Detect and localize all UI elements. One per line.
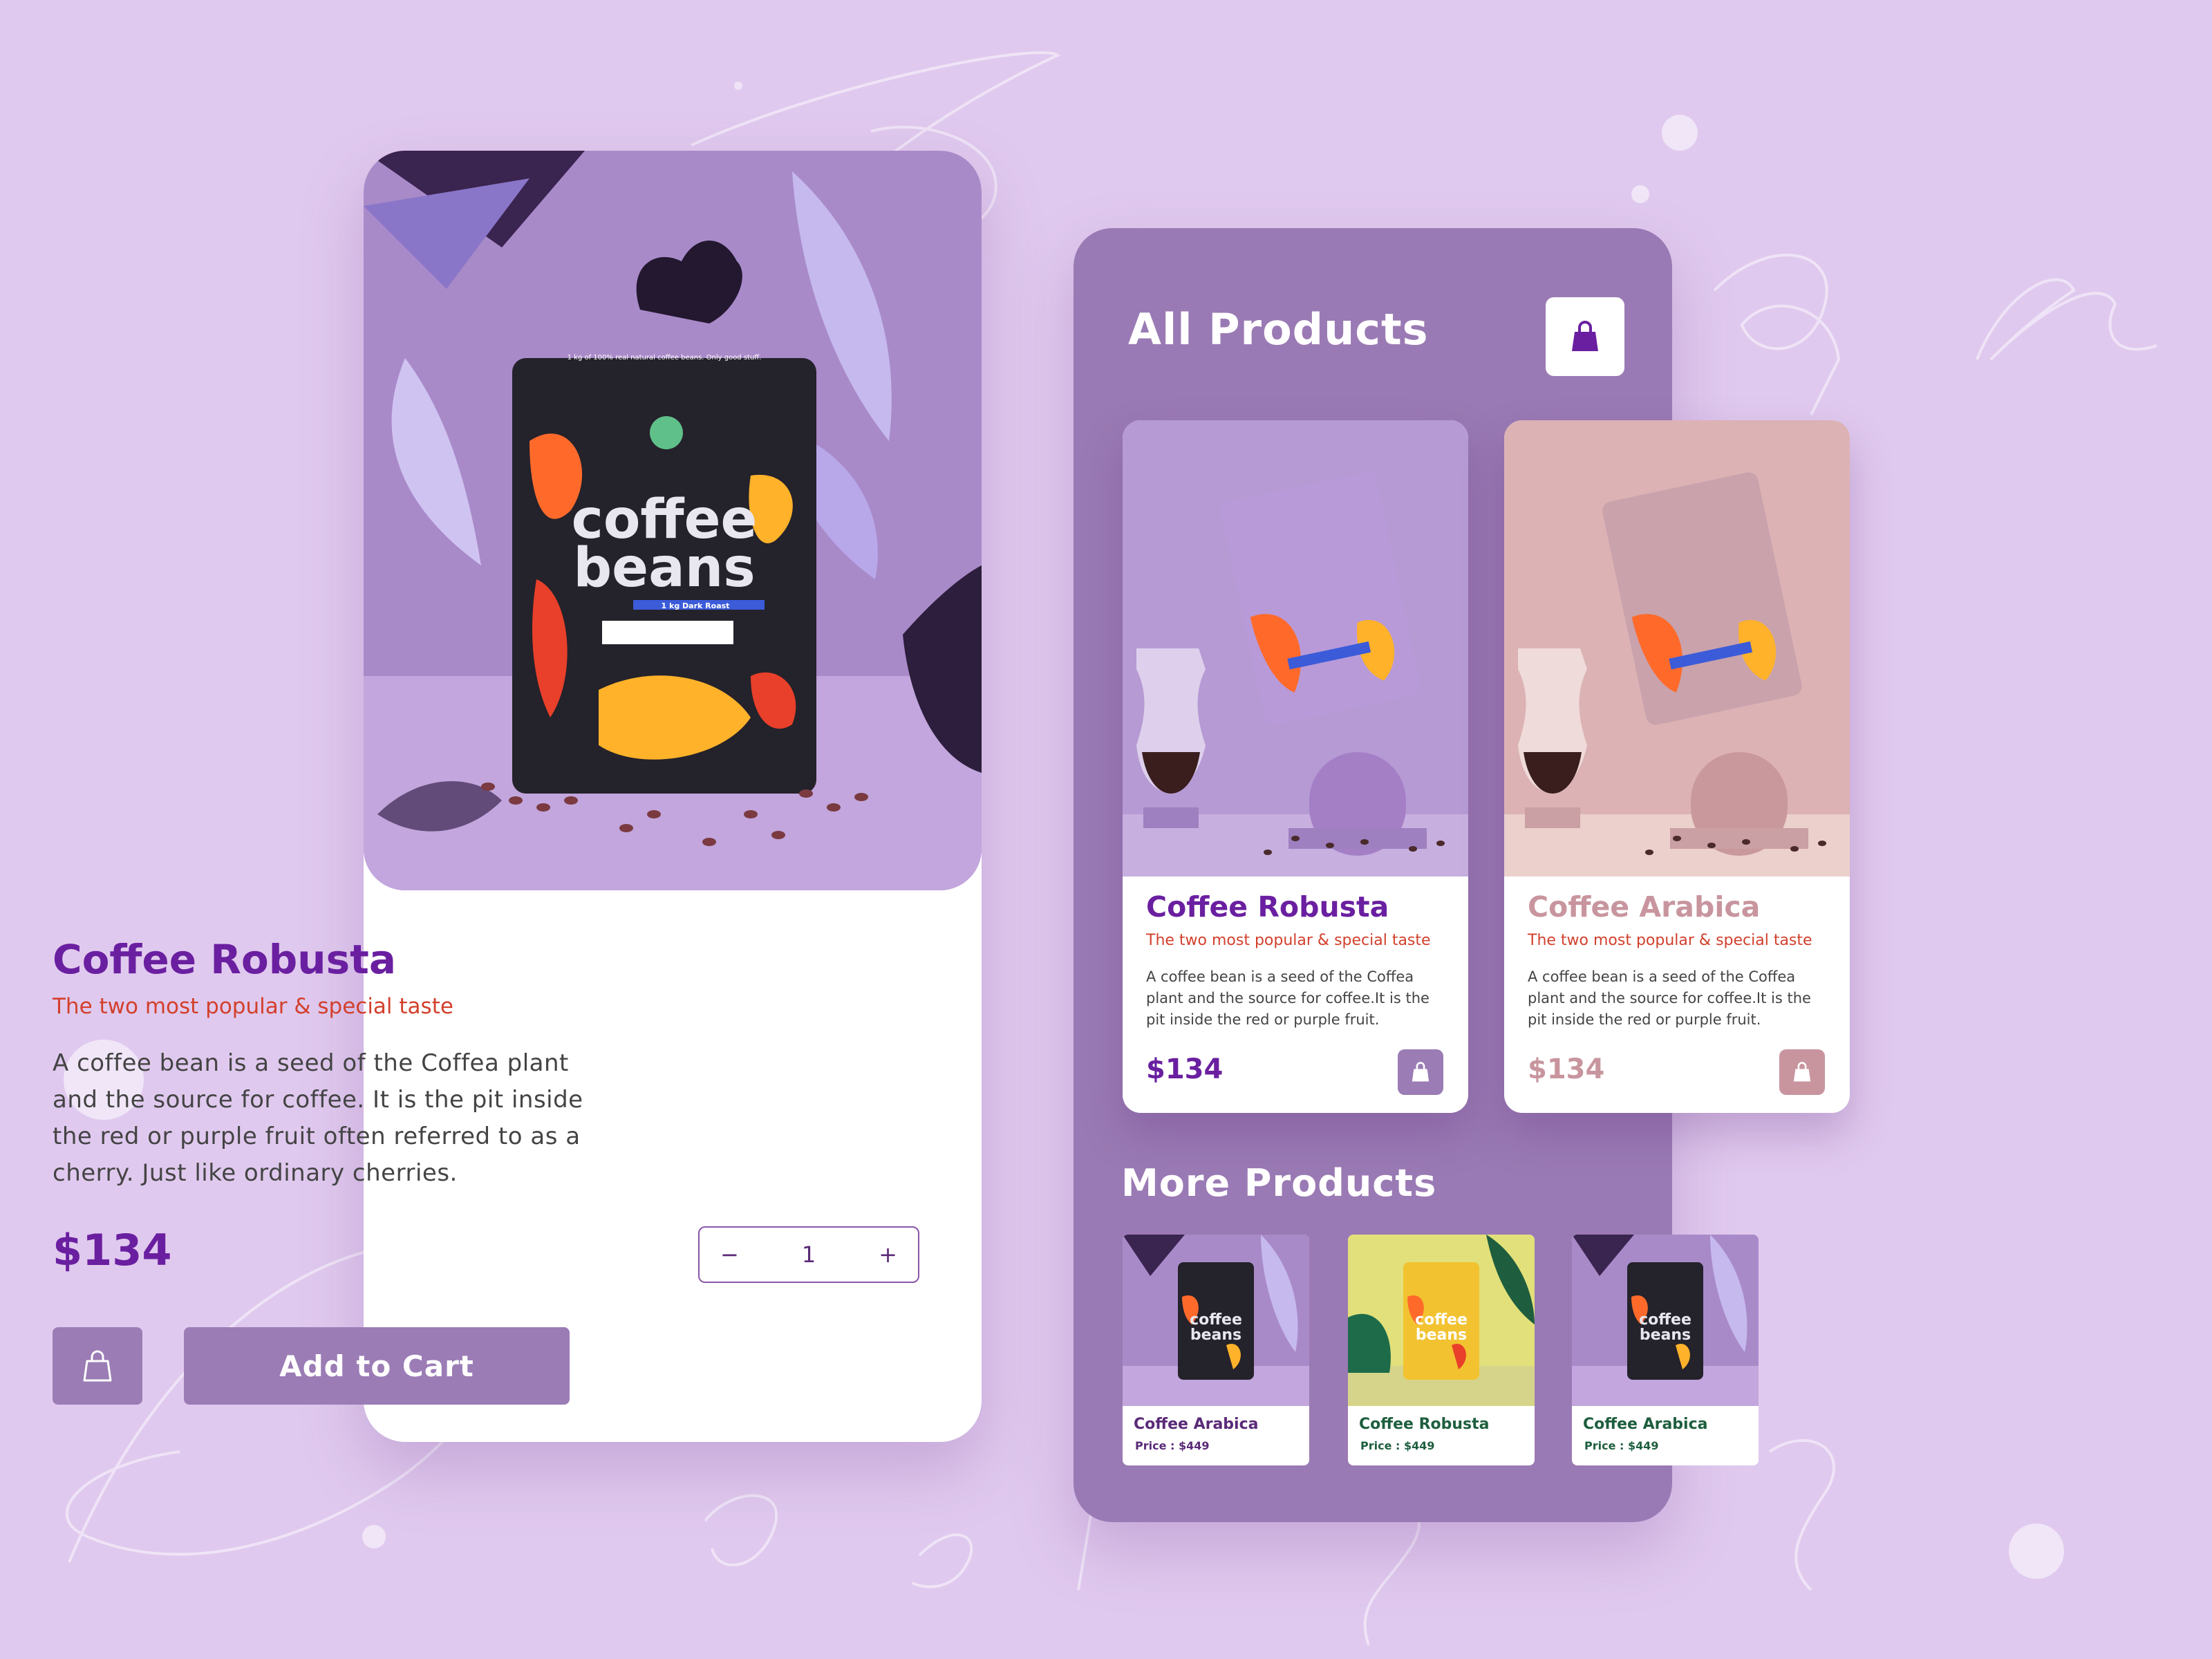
more-product-name: Coffee Arabica (1134, 1416, 1259, 1433)
product-card-price: $134 (1146, 1053, 1224, 1085)
package-word-beans: beans (1190, 1327, 1241, 1344)
product-card-name: Coffee Robusta (1146, 890, 1389, 924)
all-products-title: All Products (1128, 304, 1429, 355)
more-product-card[interactable]: coffee beans Coffee Arabica Price : $449 (1123, 1235, 1309, 1465)
product-image (1123, 420, 1468, 877)
cart-button[interactable] (1546, 297, 1624, 376)
package-roast-label: 1 kg Dark Roast (662, 601, 730, 610)
product-image (1504, 420, 1850, 877)
more-product-card[interactable]: coffee beans Coffee Arabica Price : $449 (1572, 1235, 1759, 1465)
add-to-cart-button[interactable]: Add to Cart (184, 1327, 570, 1405)
more-product-name: Coffee Robusta (1359, 1416, 1490, 1433)
more-product-price: Price : $449 (1135, 1439, 1210, 1452)
add-to-bag-button[interactable] (1779, 1049, 1825, 1095)
bag-button[interactable] (53, 1327, 142, 1405)
increment-button[interactable]: + (879, 1241, 897, 1268)
more-product-price: Price : $449 (1360, 1439, 1435, 1452)
more-product-name: Coffee Arabica (1583, 1416, 1708, 1433)
product-card-arabica[interactable]: Coffee Arabica The two most popular & sp… (1504, 420, 1850, 1113)
decor-dot (2009, 1524, 2064, 1579)
quantity-stepper: − 1 + (698, 1226, 919, 1283)
shopping-bag-icon (83, 1350, 112, 1382)
product-title: Coffee Robusta (53, 936, 396, 983)
package-word-beans: beans (573, 537, 755, 599)
product-tagline: The two most popular & special taste (53, 994, 453, 1019)
product-card-description: A coffee bean is a seed of the Coffea pl… (1528, 968, 1811, 1028)
product-price: $134 (53, 1225, 172, 1275)
package-header-text: 1 kg of 100% real natural coffee beans. … (568, 354, 762, 362)
decor-dot (1631, 185, 1649, 203)
more-product-card[interactable]: coffee beans Coffee Robusta Price : $449 (1348, 1235, 1535, 1465)
product-card-tagline: The two most popular & special taste (1528, 932, 1812, 949)
product-hero-image: 1 kg of 100% real natural coffee beans. … (364, 151, 982, 890)
more-product-price: Price : $449 (1584, 1439, 1659, 1452)
product-card-name: Coffee Arabica (1528, 890, 1761, 924)
shopping-bag-icon (1412, 1062, 1430, 1082)
decrement-button[interactable]: − (720, 1241, 739, 1268)
more-products-title: More Products (1121, 1161, 1437, 1205)
product-image: coffee beans (1348, 1235, 1535, 1406)
decor-dot (362, 1525, 386, 1548)
product-description: A coffee bean is a seed of the Coffea pl… (53, 1049, 583, 1187)
product-image: coffee beans (1123, 1235, 1309, 1406)
shopping-bag-icon (1572, 321, 1598, 351)
product-card-tagline: The two most popular & special taste (1146, 932, 1431, 949)
package-word-beans: beans (1640, 1327, 1691, 1344)
add-to-bag-button[interactable] (1398, 1049, 1443, 1095)
product-card-description: A coffee bean is a seed of the Coffea pl… (1146, 968, 1430, 1028)
product-card-robusta[interactable]: Coffee Robusta The two most popular & sp… (1123, 420, 1468, 1113)
package-word-beans: beans (1416, 1327, 1467, 1344)
product-image: coffee beans (1572, 1235, 1759, 1406)
product-card-price: $134 (1528, 1053, 1605, 1085)
shopping-bag-icon (1793, 1062, 1811, 1082)
quantity-value[interactable]: 1 (802, 1241, 816, 1268)
decor-dot (1662, 115, 1698, 151)
